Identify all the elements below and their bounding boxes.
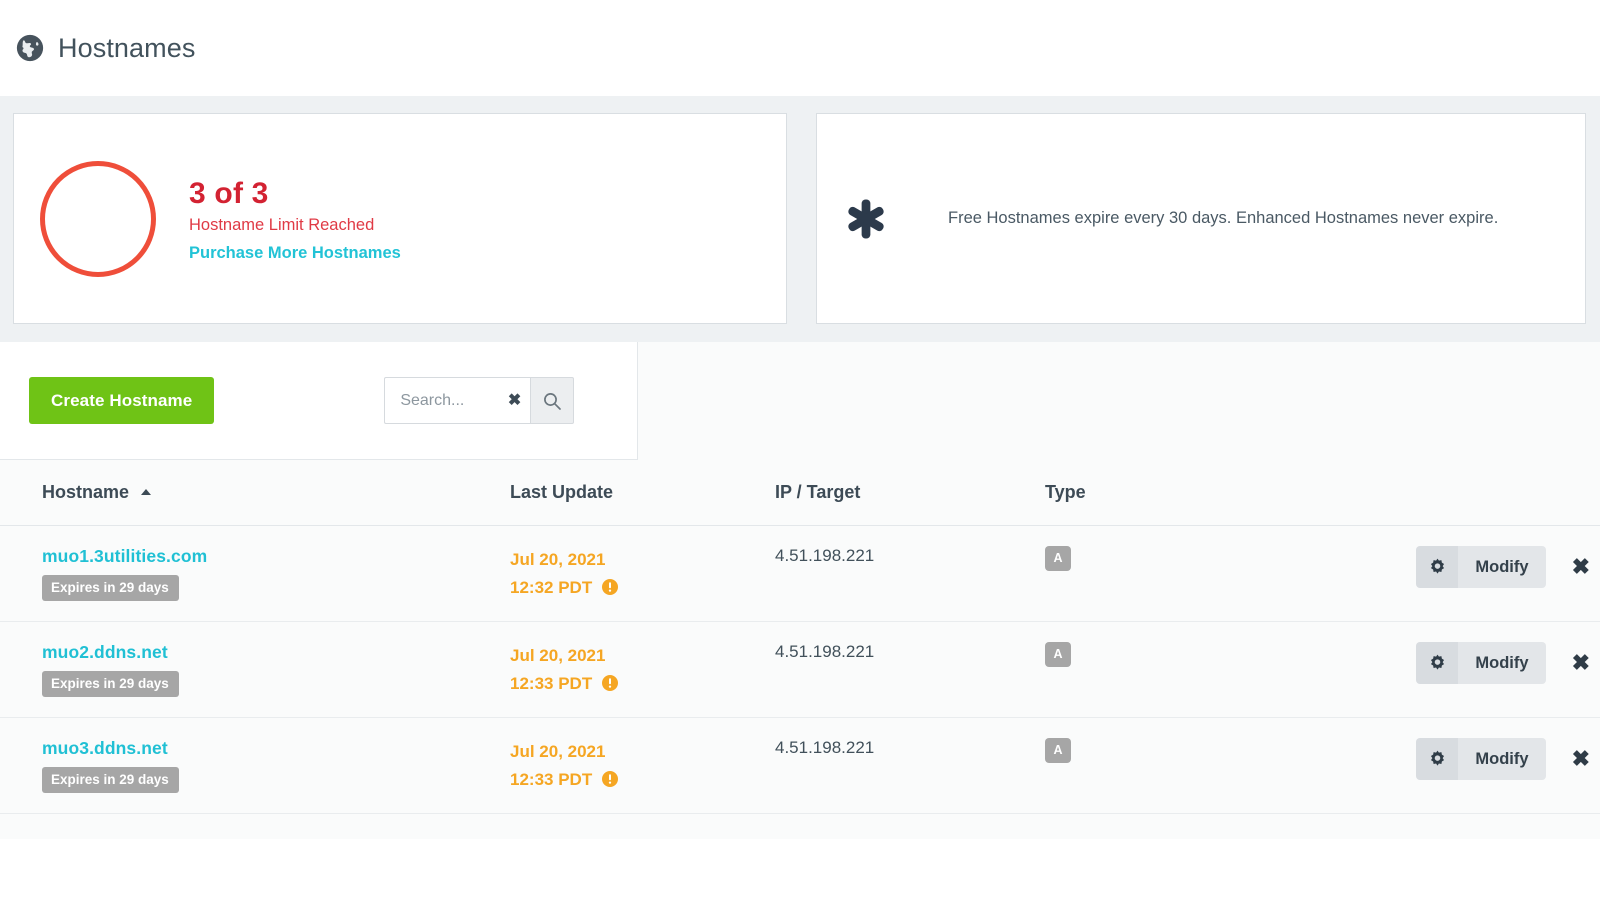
table-body: muo1.3utilities.com Expires in 29 days J… bbox=[0, 525, 1600, 815]
gear-icon bbox=[1416, 546, 1459, 588]
limit-text-group: 3 of 3 Hostname Limit Reached Purchase M… bbox=[189, 173, 401, 264]
purchase-more-hostnames-link[interactable]: Purchase More Hostnames bbox=[189, 243, 401, 264]
cell-hostname: muo2.ddns.net Expires in 29 days bbox=[0, 621, 510, 719]
row-actions: Modify ✖ bbox=[1345, 546, 1600, 588]
last-update-date: Jul 20, 2021 bbox=[510, 550, 606, 569]
limit-count: 3 of 3 bbox=[189, 176, 269, 210]
cell-last-update: Jul 20, 2021 12:33 PDT bbox=[510, 717, 775, 815]
last-update-time: 12:33 PDT bbox=[510, 769, 593, 789]
delete-hostname-button[interactable]: ✖ bbox=[1572, 652, 1590, 674]
search-icon bbox=[544, 392, 562, 410]
hostname-link[interactable]: muo1.3utilities.com bbox=[42, 546, 510, 567]
cell-last-update: Jul 20, 2021 12:33 PDT bbox=[510, 621, 775, 719]
gear-icon bbox=[1416, 738, 1459, 781]
warning-icon[interactable] bbox=[601, 770, 618, 787]
warning-icon[interactable] bbox=[601, 674, 618, 691]
expiry-note-card: Free Hostnames expire every 30 days. Enh… bbox=[816, 113, 1586, 324]
last-update-time-group: 12:33 PDT bbox=[510, 670, 775, 698]
cell-type: A bbox=[1045, 717, 1345, 815]
hostnames-panel: Create Hostname ✖ Hostname Last Update bbox=[0, 342, 1600, 839]
table-row: muo3.ddns.net Expires in 29 days Jul 20,… bbox=[0, 717, 1600, 815]
modify-button[interactable]: Modify bbox=[1416, 546, 1546, 588]
column-header-hostname[interactable]: Hostname bbox=[0, 460, 510, 526]
hostname-link[interactable]: muo2.ddns.net bbox=[42, 642, 510, 663]
cell-actions: Modify ✖ bbox=[1345, 621, 1600, 719]
sort-ascending-icon bbox=[141, 489, 152, 495]
limit-status-label: Hostname Limit Reached bbox=[189, 216, 375, 235]
modify-button-label: Modify bbox=[1458, 738, 1546, 781]
delete-hostname-button[interactable]: ✖ bbox=[1572, 748, 1590, 770]
create-hostname-button[interactable]: Create Hostname bbox=[29, 377, 215, 424]
table-toolbar: Create Hostname ✖ bbox=[0, 342, 638, 460]
hostnames-table: Hostname Last Update IP / Target Type mu… bbox=[0, 460, 1600, 815]
expires-badge: Expires in 29 days bbox=[42, 575, 179, 601]
table-row: muo2.ddns.net Expires in 29 days Jul 20,… bbox=[0, 621, 1600, 719]
modify-button-label: Modify bbox=[1458, 642, 1546, 685]
modify-button[interactable]: Modify bbox=[1416, 642, 1546, 685]
type-badge: A bbox=[1045, 738, 1071, 763]
ip-value: 4.51.198.221 bbox=[775, 546, 875, 565]
cell-last-update: Jul 20, 2021 12:32 PDT bbox=[510, 525, 775, 623]
search-clear-icon[interactable]: ✖ bbox=[504, 392, 521, 409]
ip-value: 4.51.198.221 bbox=[775, 642, 875, 662]
cell-actions: Modify ✖ bbox=[1345, 717, 1600, 815]
search-input[interactable] bbox=[400, 391, 504, 410]
hostname-link[interactable]: muo3.ddns.net bbox=[42, 738, 510, 759]
cell-ip-target: 4.51.198.221 bbox=[775, 621, 1045, 719]
column-header-last-update[interactable]: Last Update bbox=[510, 460, 775, 526]
summary-cards-band: 3 of 3 Hostname Limit Reached Purchase M… bbox=[0, 96, 1600, 342]
last-update-time-group: 12:32 PDT bbox=[510, 574, 775, 602]
search-field[interactable]: ✖ bbox=[384, 377, 531, 424]
cell-type: A bbox=[1045, 621, 1345, 719]
cell-actions: Modify ✖ bbox=[1345, 525, 1600, 623]
table-header-row: Hostname Last Update IP / Target Type bbox=[0, 460, 1600, 526]
warning-icon[interactable] bbox=[601, 578, 618, 595]
last-update-time: 12:33 PDT bbox=[510, 673, 593, 693]
ip-value: 4.51.198.221 bbox=[775, 738, 875, 758]
row-actions: Modify ✖ bbox=[1345, 642, 1600, 685]
page-title: Hostnames bbox=[58, 32, 196, 63]
modify-button-label: Modify bbox=[1458, 546, 1546, 588]
last-update-time: 12:32 PDT bbox=[510, 577, 593, 597]
last-update-date: Jul 20, 2021 bbox=[510, 742, 606, 762]
row-actions: Modify ✖ bbox=[1345, 738, 1600, 781]
cell-ip-target: 4.51.198.221 bbox=[775, 717, 1045, 815]
cell-hostname: muo1.3utilities.com Expires in 29 days bbox=[0, 525, 510, 623]
page-header: Hostnames bbox=[0, 0, 1600, 96]
type-badge: A bbox=[1045, 642, 1071, 667]
expires-badge: Expires in 29 days bbox=[42, 671, 179, 697]
delete-hostname-button[interactable]: ✖ bbox=[1572, 556, 1590, 578]
usage-ring bbox=[40, 160, 156, 277]
expires-badge: Expires in 29 days bbox=[42, 767, 179, 793]
hostname-limit-card: 3 of 3 Hostname Limit Reached Purchase M… bbox=[13, 113, 787, 324]
table-head: Hostname Last Update IP / Target Type bbox=[0, 460, 1600, 526]
table-row: muo1.3utilities.com Expires in 29 days J… bbox=[0, 525, 1600, 623]
last-update-time-group: 12:33 PDT bbox=[510, 766, 775, 794]
cell-hostname: muo3.ddns.net Expires in 29 days bbox=[0, 717, 510, 815]
column-header-actions bbox=[1345, 460, 1600, 526]
gear-icon bbox=[1416, 642, 1459, 685]
column-header-ip-target[interactable]: IP / Target bbox=[775, 460, 1045, 526]
cell-type: A bbox=[1045, 525, 1345, 623]
last-update-date: Jul 20, 2021 bbox=[510, 646, 606, 666]
column-label-hostname: Hostname bbox=[42, 482, 130, 502]
column-header-type[interactable]: Type bbox=[1045, 460, 1345, 526]
expiry-note-text: Free Hostnames expire every 30 days. Enh… bbox=[948, 209, 1499, 228]
cell-ip-target: 4.51.198.221 bbox=[775, 525, 1045, 623]
globe-icon bbox=[16, 34, 44, 62]
search-group: ✖ bbox=[384, 377, 575, 424]
asterisk-icon bbox=[848, 198, 884, 239]
type-badge: A bbox=[1045, 546, 1071, 571]
modify-button[interactable]: Modify bbox=[1416, 738, 1546, 781]
search-submit-button[interactable] bbox=[530, 377, 575, 424]
